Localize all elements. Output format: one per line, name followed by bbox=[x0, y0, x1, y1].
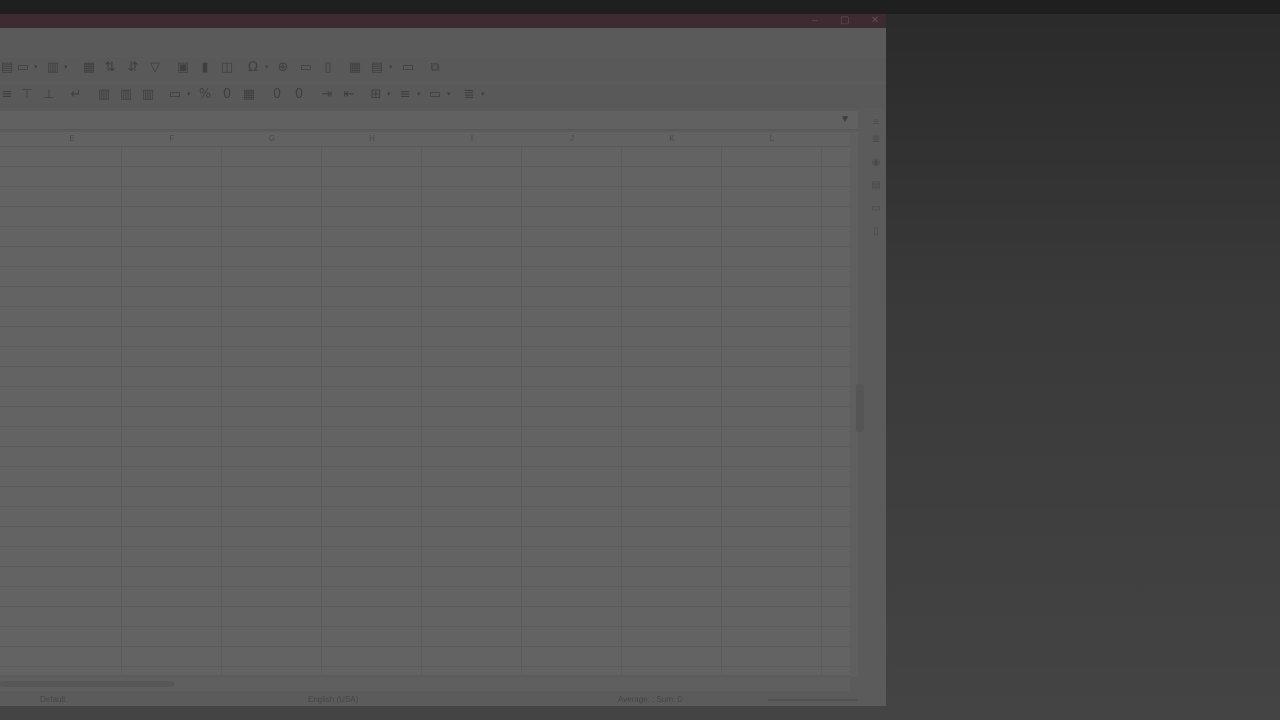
properties-icon[interactable]: ≣ bbox=[870, 134, 882, 146]
functions-icon[interactable]: ▯ bbox=[870, 226, 882, 238]
split-window-icon[interactable]: ▭ bbox=[401, 61, 415, 75]
currency-icon[interactable]: ▭ bbox=[168, 88, 182, 102]
column-header[interactable]: H bbox=[322, 133, 422, 145]
standard-toolbar: ▤ ▭ ▾ ▥ ▾ ▦ ⇅ ⇵ ▽ ▣ ▮ ◫ Ω ▾ ⊕ ▭ ▯ ▦ ▤ ▾ … bbox=[0, 57, 886, 81]
chevron-down-icon[interactable]: ▾ bbox=[34, 64, 39, 71]
column-header[interactable]: G bbox=[222, 133, 322, 145]
row-icon[interactable]: ▤ bbox=[0, 61, 14, 75]
increase-indent-icon[interactable]: ⇥ bbox=[320, 88, 334, 102]
show-draw-icon[interactable]: ⧉ bbox=[428, 61, 442, 75]
sort-asc-desc-icon[interactable]: ⇵ bbox=[126, 61, 140, 75]
gallery-icon[interactable]: ▤ bbox=[870, 180, 882, 192]
column-header[interactable]: K bbox=[622, 133, 722, 145]
define-print-area-icon[interactable]: ▦ bbox=[348, 61, 362, 75]
align-top-icon[interactable]: ⊤ bbox=[20, 88, 34, 102]
merge3-icon[interactable]: ▥ bbox=[141, 88, 155, 102]
cell-grid[interactable] bbox=[0, 147, 850, 675]
chevron-down-icon[interactable]: ▾ bbox=[481, 91, 486, 98]
insert-rows-icon[interactable]: ▭ bbox=[16, 61, 30, 75]
align-bottom-icon[interactable]: ⊥ bbox=[42, 88, 56, 102]
merge2-icon[interactable]: ▥ bbox=[119, 88, 133, 102]
chevron-down-icon[interactable]: ▾ bbox=[64, 64, 69, 71]
chevron-down-icon[interactable]: ▾ bbox=[265, 64, 270, 71]
screen-top-strip bbox=[0, 0, 1280, 14]
maximize-icon[interactable]: ▢ bbox=[836, 15, 854, 27]
pivot-icon[interactable]: ◫ bbox=[220, 61, 234, 75]
horizontal-scroll-thumb[interactable] bbox=[0, 681, 175, 687]
close-icon[interactable]: ✕ bbox=[866, 15, 884, 27]
freeze-icon[interactable]: ▦ bbox=[82, 61, 96, 75]
sidebar-menu-icon[interactable]: ≡ bbox=[870, 117, 882, 129]
menu-area bbox=[0, 28, 886, 56]
chevron-down-icon[interactable]: ▾ bbox=[389, 64, 394, 71]
date-format-icon[interactable]: ▦ bbox=[242, 88, 256, 102]
header-footer-icon[interactable]: ▯ bbox=[321, 61, 335, 75]
add-decimal-icon[interactable]: 0 bbox=[270, 88, 284, 102]
formula-bar[interactable]: ▼ bbox=[0, 111, 858, 130]
borders-icon[interactable]: ⊞ bbox=[369, 88, 383, 102]
formatting-toolbar: ≡ ⊤ ⊥ ↵ ▥ ▥ ▥ ▭ ▾ % 0 ▦ 0 0 ⇥ ⇤ ⊞ ▾ ≡ ▾ … bbox=[0, 84, 886, 108]
chart-icon[interactable]: ▮ bbox=[198, 61, 212, 75]
page-style-label[interactable]: Default bbox=[40, 695, 65, 705]
column-header[interactable]: E bbox=[22, 133, 122, 145]
title-bar: – ▢ ✕ bbox=[0, 14, 886, 28]
align-left-icon[interactable]: ≡ bbox=[0, 88, 14, 102]
vertical-scroll-thumb[interactable] bbox=[856, 384, 864, 432]
minimize-icon[interactable]: – bbox=[806, 15, 824, 27]
special-char-icon[interactable]: Ω bbox=[246, 61, 260, 75]
navigator-icon[interactable]: ▭ bbox=[870, 203, 882, 215]
merge-icon[interactable]: ▥ bbox=[97, 88, 111, 102]
selection-summary: Average: ; Sum: 0 bbox=[618, 695, 682, 704]
column-header[interactable]: I bbox=[422, 133, 522, 145]
styles-icon[interactable]: ◉ bbox=[870, 157, 882, 169]
decrease-indent-icon[interactable]: ⇤ bbox=[342, 88, 356, 102]
column-header[interactable]: J bbox=[522, 133, 622, 145]
filter-icon[interactable]: ▽ bbox=[148, 61, 162, 75]
delete-decimal-icon[interactable]: 0 bbox=[292, 88, 306, 102]
calc-window: – ▢ ✕ ▤ ▭ ▾ ▥ ▾ ▦ ⇅ ⇵ ▽ ▣ ▮ ◫ Ω ▾ ⊕ ▭ ▯ … bbox=[0, 14, 886, 706]
hyperlink-icon[interactable]: ⊕ bbox=[276, 61, 290, 75]
chevron-down-icon[interactable]: ▾ bbox=[417, 91, 422, 98]
percent-icon[interactable]: % bbox=[198, 88, 212, 102]
column-header[interactable]: L bbox=[722, 133, 822, 145]
cond-format-icon[interactable]: ≣ bbox=[462, 88, 476, 102]
column-icon[interactable]: ▥ bbox=[46, 61, 60, 75]
chevron-down-icon[interactable]: ▾ bbox=[187, 91, 192, 98]
chevron-down-icon[interactable]: ▾ bbox=[387, 91, 392, 98]
border-style-icon[interactable]: ≡ bbox=[398, 88, 412, 102]
number-format-icon[interactable]: 0 bbox=[220, 88, 234, 102]
border-color-icon[interactable]: ▭ bbox=[428, 88, 442, 102]
wrap-icon[interactable]: ↵ bbox=[69, 88, 83, 102]
sort-icon[interactable]: ⇅ bbox=[103, 61, 117, 75]
language-label[interactable]: English (USA) bbox=[308, 695, 358, 705]
image-icon[interactable]: ▣ bbox=[176, 61, 190, 75]
comment-icon[interactable]: ▭ bbox=[299, 61, 313, 75]
freeze-rows-icon[interactable]: ▤ bbox=[370, 61, 384, 75]
chevron-down-icon[interactable]: ▾ bbox=[447, 91, 452, 98]
zoom-slider[interactable] bbox=[768, 699, 858, 701]
expand-formula-icon[interactable]: ▼ bbox=[840, 114, 850, 125]
column-header[interactable]: F bbox=[122, 133, 222, 145]
sidebar-deck bbox=[866, 111, 886, 681]
column-headers: E F G H I J K L bbox=[0, 132, 850, 147]
